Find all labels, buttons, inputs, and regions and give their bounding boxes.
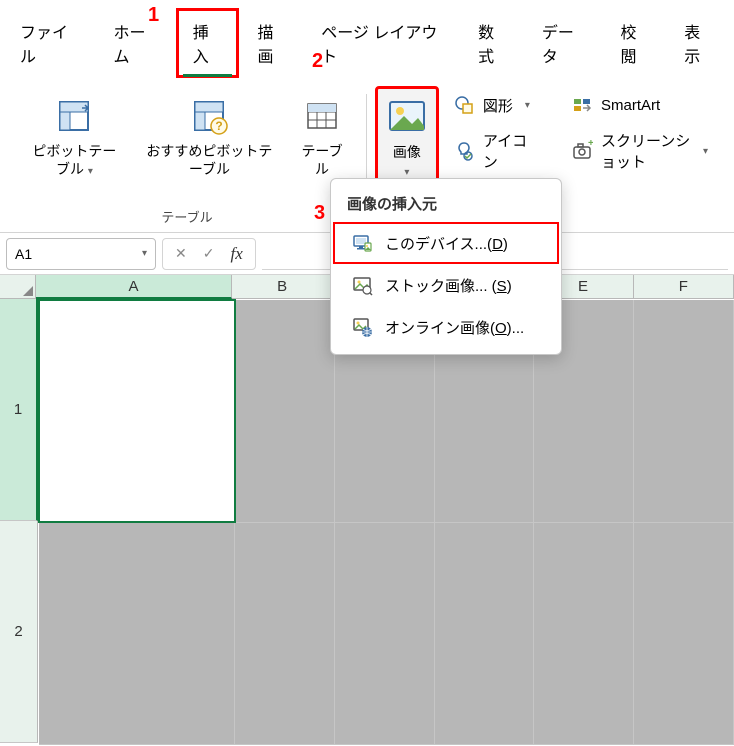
menu-formulas[interactable]: 数式 bbox=[462, 9, 524, 77]
confirm-button[interactable]: ✓ bbox=[195, 245, 223, 262]
annotation-1: 1 bbox=[148, 4, 159, 27]
annotation-2: 2 bbox=[312, 50, 323, 73]
cell-F2[interactable] bbox=[634, 522, 734, 744]
chevron-down-icon: ▾ bbox=[142, 248, 147, 259]
name-box-value: A1 bbox=[15, 246, 32, 262]
stock-images-icon bbox=[351, 274, 373, 296]
picture-button[interactable]: 画像 ▾ bbox=[375, 86, 439, 186]
recommended-pivot-button[interactable]: ? おすすめピボットテーブル bbox=[137, 86, 282, 184]
screenshot-button[interactable]: + スクリーンショット ▾ bbox=[565, 126, 714, 176]
pivot-table-button[interactable]: ピボットテーブル ▾ bbox=[20, 86, 129, 184]
column-header-A[interactable]: A bbox=[36, 275, 233, 299]
cell-B1[interactable] bbox=[235, 300, 335, 522]
row-header-1[interactable]: 1 bbox=[0, 299, 38, 521]
column-header-F[interactable]: F bbox=[634, 275, 734, 299]
icons-icon bbox=[453, 140, 475, 162]
cell-A2[interactable] bbox=[39, 522, 235, 744]
picture-label: 画像 bbox=[393, 144, 421, 160]
cell-B2[interactable] bbox=[235, 522, 335, 744]
menu-bar: ファイル ホーム 挿入 描画 ページ レイアウト 数式 データ 校閲 表示 bbox=[0, 0, 734, 78]
row-headers: 1 2 bbox=[0, 299, 38, 745]
chevron-down-icon: ▾ bbox=[404, 167, 409, 178]
dropdown-header: 画像の挿入元 bbox=[331, 185, 561, 222]
insert-stock-images[interactable]: ストック画像... (S) bbox=[333, 264, 559, 306]
table-label: テーブル bbox=[298, 142, 346, 178]
table-button[interactable]: テーブル bbox=[290, 86, 354, 184]
picture-icon bbox=[386, 93, 428, 141]
formula-buttons: ✕ ✓ fx bbox=[162, 238, 256, 270]
insert-stock-images-label: ストック画像... (S) bbox=[385, 275, 512, 296]
column-header-B[interactable]: B bbox=[232, 275, 332, 299]
insert-from-device-label: このデバイス...(D) bbox=[385, 233, 508, 254]
annotation-3: 3 bbox=[314, 202, 325, 225]
cells[interactable] bbox=[38, 299, 734, 745]
cell-E2[interactable] bbox=[534, 522, 634, 744]
cell-D2[interactable] bbox=[434, 522, 534, 744]
fx-button[interactable]: fx bbox=[222, 244, 250, 264]
menu-home[interactable]: ホーム bbox=[98, 9, 174, 77]
menu-insert[interactable]: 挿入 bbox=[176, 8, 240, 78]
smartart-label: SmartArt bbox=[601, 97, 660, 114]
screenshot-label: スクリーンショット bbox=[601, 130, 691, 172]
picture-insert-dropdown: 画像の挿入元 このデバイス...(D) ストック画像... (S) オンライン画… bbox=[330, 178, 562, 355]
insert-online-images[interactable]: オンライン画像(O)... bbox=[333, 306, 559, 348]
menu-draw[interactable]: 描画 bbox=[241, 9, 303, 77]
device-icon bbox=[351, 232, 373, 254]
shapes-button[interactable]: 図形 ▾ bbox=[447, 90, 545, 120]
chevron-down-icon: ▾ bbox=[525, 100, 530, 111]
cell-A1[interactable] bbox=[39, 300, 235, 522]
pivot-table-label: ピボットテーブル bbox=[32, 143, 116, 177]
ribbon-group-tables: ピボットテーブル ▾ ? おすすめピボットテーブル テーブル テーブル bbox=[12, 86, 362, 232]
svg-text:?: ? bbox=[216, 119, 223, 133]
insert-online-images-label: オンライン画像(O)... bbox=[385, 317, 524, 338]
menu-data[interactable]: データ bbox=[526, 9, 603, 77]
select-all-corner[interactable] bbox=[0, 275, 36, 299]
online-images-icon bbox=[351, 316, 373, 338]
menu-page-layout[interactable]: ページ レイアウト bbox=[305, 9, 460, 77]
row-header-2[interactable]: 2 bbox=[0, 521, 38, 743]
cancel-button[interactable]: ✕ bbox=[167, 245, 195, 262]
smartart-icon bbox=[571, 94, 593, 116]
menu-file[interactable]: ファイル bbox=[4, 9, 96, 77]
pivot-table-icon bbox=[54, 92, 94, 140]
svg-text:+: + bbox=[588, 140, 593, 149]
menu-review[interactable]: 校閲 bbox=[604, 9, 666, 77]
icons-button[interactable]: アイコン bbox=[447, 126, 545, 176]
chevron-down-icon: ▾ bbox=[88, 166, 93, 177]
shapes-label: 図形 bbox=[483, 95, 513, 116]
recommended-pivot-label: おすすめピボットテーブル bbox=[145, 142, 274, 178]
cell-F1[interactable] bbox=[634, 300, 734, 522]
menu-view[interactable]: 表示 bbox=[668, 9, 730, 77]
chevron-down-icon: ▾ bbox=[703, 146, 708, 157]
table-icon bbox=[302, 92, 342, 140]
insert-from-device[interactable]: このデバイス...(D) bbox=[333, 222, 559, 264]
cell-C2[interactable] bbox=[335, 522, 435, 744]
shapes-icon bbox=[453, 94, 475, 116]
camera-icon: + bbox=[571, 140, 593, 162]
smartart-button[interactable]: SmartArt bbox=[565, 90, 714, 120]
ribbon-group-tables-label: テーブル bbox=[161, 203, 212, 232]
name-box[interactable]: A1 ▾ bbox=[6, 238, 156, 270]
icons-label: アイコン bbox=[483, 130, 539, 172]
recommended-pivot-icon: ? bbox=[189, 92, 229, 140]
